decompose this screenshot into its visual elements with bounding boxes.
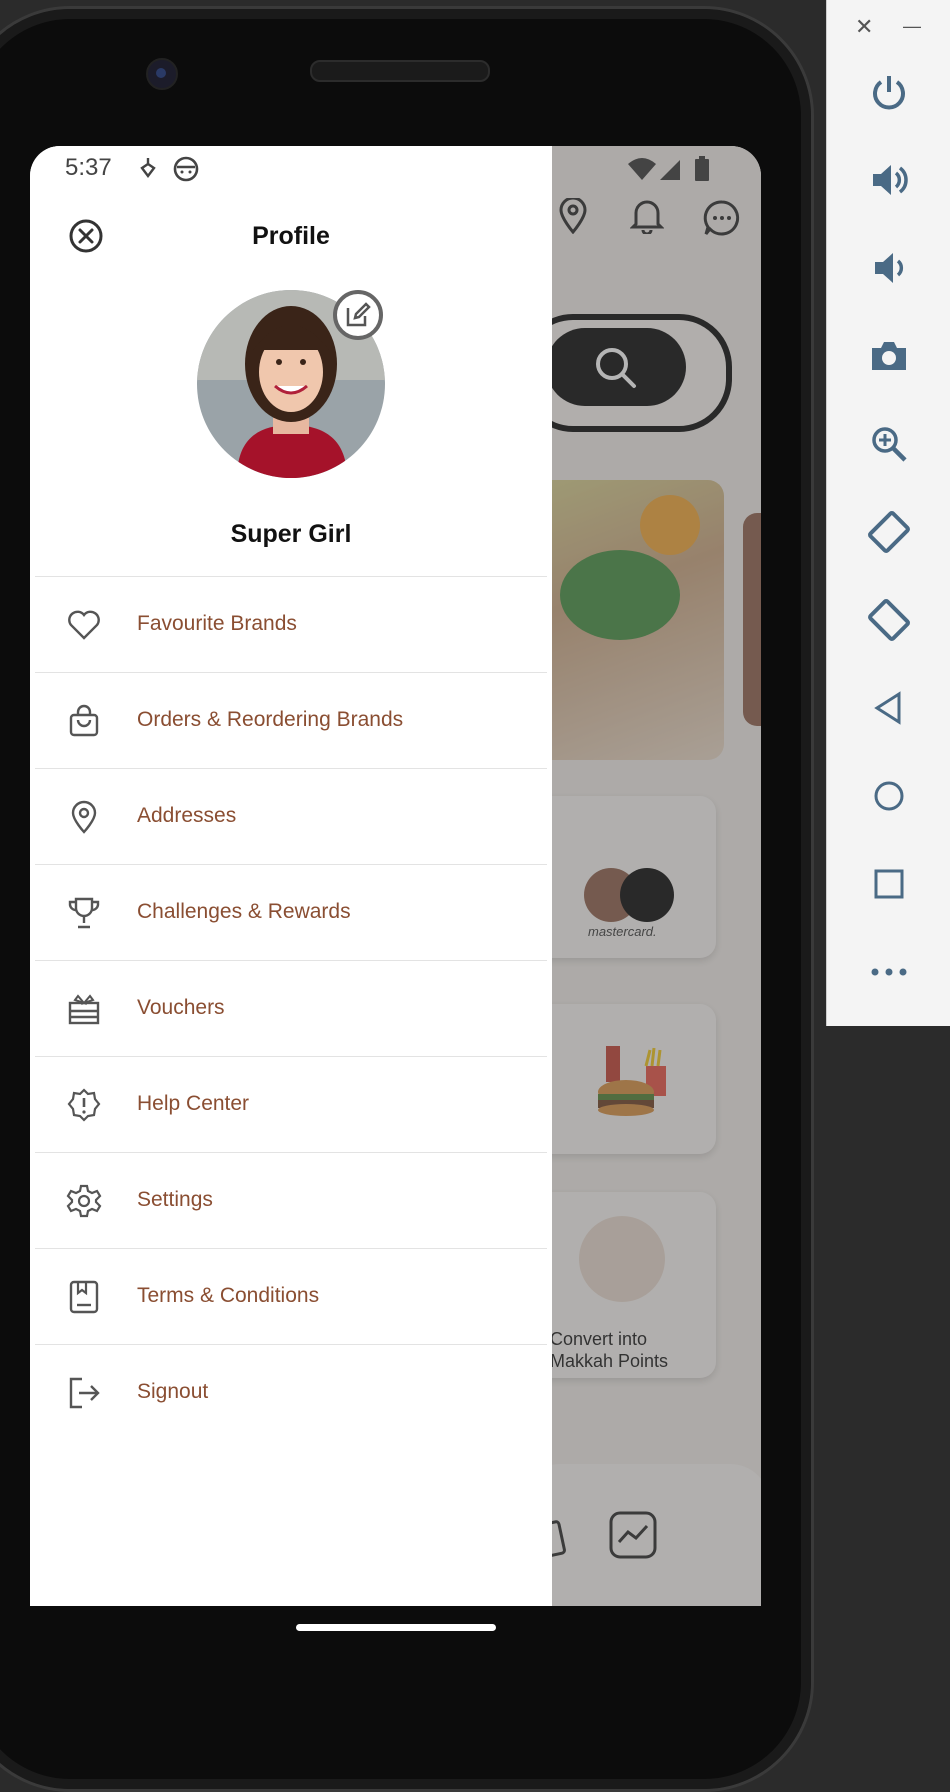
volume-down-button[interactable] (867, 246, 911, 290)
wifi-icon (628, 158, 656, 180)
document-icon (69, 1280, 99, 1314)
profile-drawer: Profile Super Girl Favourite Brands Orde… (30, 146, 552, 1606)
map-pin-icon (71, 800, 97, 834)
help-badge-icon (67, 1088, 101, 1122)
status-bar: 5:37 (30, 146, 761, 192)
menu-item-settings[interactable]: Settings (35, 1153, 547, 1249)
front-camera (146, 58, 178, 90)
volume-up-button[interactable] (867, 158, 911, 202)
volume-down-icon (875, 253, 904, 283)
zoom-in-icon (872, 427, 907, 462)
power-icon (873, 76, 905, 110)
edit-avatar-button[interactable] (333, 290, 383, 340)
drawer-title: Profile (252, 222, 330, 250)
trophy-icon (68, 897, 100, 929)
drawer-menu: Favourite Brands Orders & Reordering Bra… (35, 576, 547, 1440)
menu-item-label: Orders & Reordering Brands (137, 708, 404, 731)
logout-icon (69, 1377, 100, 1409)
battery-icon (695, 156, 709, 181)
more-button[interactable] (867, 950, 911, 994)
menu-item-label: Settings (137, 1188, 213, 1211)
emulator-control-panel: ✕ — (826, 0, 950, 1026)
back-button[interactable] (867, 686, 911, 730)
menu-item-favourite-brands[interactable]: Favourite Brands (35, 577, 547, 673)
edit-icon (346, 302, 371, 327)
menu-item-vouchers[interactable]: Vouchers (35, 961, 547, 1057)
profile-avatar (197, 290, 385, 478)
menu-item-orders[interactable]: Orders & Reordering Brands (35, 673, 547, 769)
rotate-right-icon (868, 599, 910, 641)
menu-item-label: Challenges & Rewards (137, 900, 351, 923)
menu-item-signout[interactable]: Signout (35, 1345, 547, 1440)
menu-item-label: Terms & Conditions (137, 1284, 320, 1307)
home-circle-icon (874, 781, 904, 811)
volume-up-icon (873, 165, 908, 195)
status-time: 5:37 (65, 154, 112, 181)
user-name: Super Girl (230, 520, 352, 548)
menu-item-label: Favourite Brands (137, 612, 297, 635)
menu-item-addresses[interactable]: Addresses (35, 769, 547, 865)
menu-item-help-center[interactable]: Help Center (35, 1057, 547, 1153)
menu-item-label: Signout (137, 1380, 209, 1403)
gift-card-icon (68, 994, 100, 1025)
earpiece-speaker (310, 60, 490, 82)
home-indicator[interactable] (296, 1624, 496, 1631)
back-triangle-icon (874, 691, 901, 725)
camera-icon (872, 342, 906, 370)
rotate-left-button[interactable] (867, 510, 911, 554)
emulator-close-button[interactable]: ✕ (855, 14, 873, 40)
screenshot-button[interactable] (867, 334, 911, 378)
heart-icon (68, 610, 100, 640)
menu-item-terms[interactable]: Terms & Conditions (35, 1249, 547, 1345)
more-dots-icon (871, 968, 907, 976)
gear-icon (66, 1184, 102, 1218)
phone-frame: mastercard. Convert into Makkah Points P (0, 0, 814, 1792)
emulator-minimize-button[interactable]: — (903, 16, 921, 37)
phone-screen: mastercard. Convert into Makkah Points P (30, 146, 761, 1606)
overview-square-icon (874, 869, 904, 899)
shopping-bag-icon (69, 704, 99, 737)
menu-item-label: Help Center (137, 1092, 250, 1115)
power-button[interactable] (867, 70, 911, 114)
app-notification-icon (140, 158, 156, 178)
menu-item-label: Addresses (137, 804, 237, 827)
zoom-button[interactable] (867, 422, 911, 466)
menu-item-label: Vouchers (137, 996, 225, 1019)
menu-item-challenges[interactable]: Challenges & Rewards (35, 865, 547, 961)
home-button[interactable] (867, 774, 911, 818)
rotate-left-icon (868, 511, 910, 553)
android-notification-icon (173, 156, 199, 182)
overview-button[interactable] (867, 862, 911, 906)
rotate-right-button[interactable] (867, 598, 911, 642)
cellular-signal-icon (660, 160, 680, 180)
